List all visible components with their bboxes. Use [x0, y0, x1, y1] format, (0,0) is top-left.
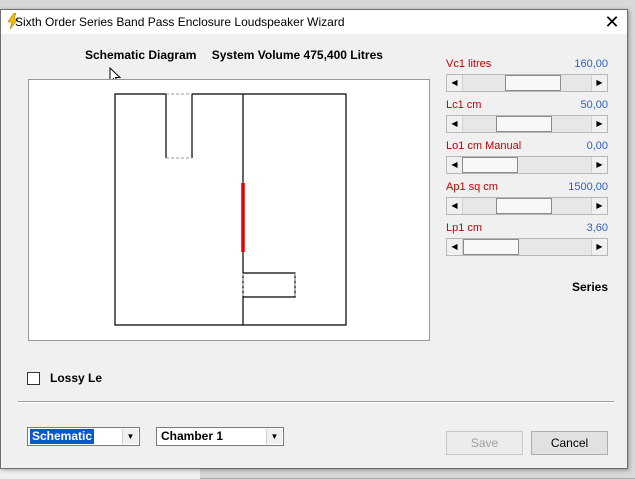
arrow-right-icon[interactable]: ▶ — [591, 198, 607, 214]
lossy-le-label[interactable]: Lossy Le — [50, 371, 102, 385]
lc1-slider[interactable]: ◀ ▶ — [446, 115, 608, 133]
param-ap1: Ap1 sq cm 1500,00 ◀ ▶ — [446, 181, 608, 217]
system-volume-label: System Volume 475,400 Litres — [211, 48, 383, 62]
slider-thumb[interactable] — [463, 239, 519, 255]
arrow-left-icon[interactable]: ◀ — [447, 239, 463, 255]
chevron-down-icon[interactable]: ▼ — [266, 429, 282, 444]
arrow-left-icon[interactable]: ◀ — [447, 75, 463, 91]
schematic-diagram — [28, 79, 430, 341]
enclosure-schematic — [114, 93, 347, 326]
arrow-right-icon[interactable]: ▶ — [591, 239, 607, 255]
arrow-right-icon[interactable]: ▶ — [591, 116, 607, 132]
param-value: 160,00 — [574, 58, 608, 70]
param-label: Vc1 litres — [446, 58, 492, 70]
vc1-slider[interactable]: ◀ ▶ — [446, 74, 608, 92]
schematic-heading: Schematic Diagram System Volume 475,400 … — [85, 48, 383, 62]
view-select[interactable]: Schematic ▼ — [27, 427, 140, 446]
param-label: Ap1 sq cm — [446, 181, 498, 193]
param-value: 1500,00 — [568, 181, 608, 193]
arrow-left-icon[interactable]: ◀ — [447, 198, 463, 214]
enclosure-outline — [114, 93, 347, 326]
save-button[interactable]: Save — [446, 431, 523, 455]
param-vc1: Vc1 litres 160,00 ◀ ▶ — [446, 58, 608, 94]
arrow-left-icon[interactable]: ◀ — [447, 157, 463, 173]
series-label: Series — [572, 280, 609, 294]
separator — [18, 401, 614, 403]
param-label: Lp1 cm — [446, 222, 483, 234]
chamber-select-value: Chamber 1 — [161, 429, 224, 443]
param-value: 50,00 — [580, 99, 608, 111]
param-label: Lc1 cm — [446, 99, 482, 111]
arrow-right-icon[interactable]: ▶ — [591, 75, 607, 91]
chevron-down-icon[interactable]: ▼ — [122, 429, 138, 444]
schematic-label: Schematic Diagram — [85, 48, 197, 62]
lossy-le-checkbox[interactable] — [27, 372, 40, 385]
param-lp1: Lp1 cm 3,60 ◀ ▶ — [446, 222, 608, 258]
window-title: Sixth Order Series Band Pass Enclosure L… — [15, 15, 345, 29]
cancel-button[interactable]: Cancel — [531, 431, 608, 455]
title-bar[interactable]: Sixth Order Series Band Pass Enclosure L… — [1, 10, 627, 34]
param-lc1: Lc1 cm 50,00 ◀ ▶ — [446, 99, 608, 135]
arrow-left-icon[interactable]: ◀ — [447, 116, 463, 132]
lo1-slider[interactable]: ◀ ▶ — [446, 156, 608, 174]
close-button[interactable]: ✕ — [597, 10, 627, 34]
ap1-slider[interactable]: ◀ ▶ — [446, 197, 608, 215]
wizard-dialog: Sixth Order Series Band Pass Enclosure L… — [0, 9, 628, 469]
arrow-right-icon[interactable]: ▶ — [591, 157, 607, 173]
chamber-select[interactable]: Chamber 1 ▼ — [156, 427, 284, 446]
slider-thumb[interactable] — [496, 198, 552, 214]
param-lo1: Lo1 cm Manual 0,00 ◀ ▶ — [446, 140, 608, 176]
slider-thumb[interactable] — [496, 116, 552, 132]
slider-thumb[interactable] — [505, 75, 561, 91]
port-tube — [243, 272, 296, 298]
slider-thumb[interactable] — [462, 157, 518, 173]
param-value: 3,60 — [586, 222, 608, 234]
view-select-value: Schematic — [30, 429, 95, 444]
lp1-slider[interactable]: ◀ ▶ — [446, 238, 608, 256]
param-label: Lo1 cm Manual — [446, 140, 522, 152]
param-value: 0,00 — [586, 140, 608, 152]
close-icon: ✕ — [604, 12, 620, 32]
